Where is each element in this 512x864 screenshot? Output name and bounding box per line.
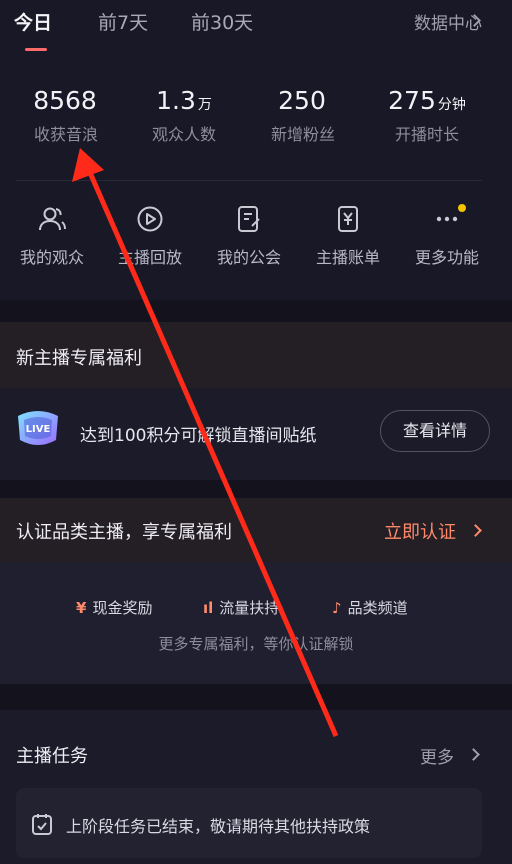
benefit-label: 品类频道 [347,599,408,617]
tab-30days[interactable]: 前30天 [191,8,253,35]
tab-7days[interactable]: 前7天 [98,8,148,35]
audience-icon [39,207,66,231]
tool-label: 更多功能 [414,248,479,267]
stat-unit: 万 [197,97,212,113]
stat-yinlang[interactable]: 8568 收获音浪 [6,86,126,145]
section-title: 认证品类主播，享专属福利 [16,522,232,543]
benefit-traffic: ıl 流量扶持 [203,597,279,618]
divider [16,180,482,181]
new-anchor-header: 新主播专属福利 [0,322,512,388]
view-details-button[interactable]: 查看详情 [380,410,490,452]
task-icon [32,814,52,835]
stat-label: 收获音浪 [33,125,98,144]
stat-value: 1.3 [156,86,196,115]
live-badge-text: LIVE [26,424,51,435]
tool-label: 主播账单 [315,248,380,267]
stat-label: 观众人数 [151,125,216,144]
stat-live-duration[interactable]: 275 分钟 开播时长 [367,86,487,145]
stat-value: 275 [388,86,436,115]
tool-more-functions[interactable]: 更多功能 [401,204,493,268]
tasks-more-link[interactable]: 更多 [420,743,454,768]
tool-replay[interactable]: 主播回放 [104,204,196,268]
stat-viewers[interactable]: 1.3 万 观众人数 [124,86,244,145]
bars-icon: ıl [203,599,214,617]
active-tab-indicator [25,48,47,51]
replay-icon [137,206,163,232]
tool-label: 主播回放 [117,248,182,267]
section-title: 主播任务 [16,746,88,767]
section-gap [0,300,512,322]
stat-unit: 分钟 [437,97,466,113]
section-gap [0,480,512,498]
tool-label: 我的观众 [19,248,84,267]
bill-icon [338,206,358,232]
tool-my-guild[interactable]: 我的公会 [203,204,295,268]
stat-value: 8568 [33,86,97,115]
tab-today[interactable]: 今日 [14,8,52,35]
certify-now-link[interactable]: 立即认证 [384,518,456,544]
notification-dot [458,204,466,212]
tool-my-audience[interactable]: 我的观众 [6,204,98,268]
music-note-icon: ♪ [332,599,342,617]
guild-icon [238,206,260,232]
section-gap [0,684,512,710]
benefit-label: 现金奖励 [92,599,153,617]
live-sticker-icon: LIVE [18,411,58,445]
stat-label: 新增粉丝 [270,125,335,144]
task-notice-box: 上阶段任务已结束，敬请期待其他扶持政策 [16,788,482,858]
stat-value: 250 [278,86,326,115]
certify-body [0,562,512,684]
tool-label: 我的公会 [216,248,281,267]
section-title: 新主播专属福利 [16,348,142,369]
benefit-label: 流量扶持 [219,599,280,617]
stat-new-fans[interactable]: 250 新增粉丝 [243,86,363,145]
task-notice-text: 上阶段任务已结束，敬请期待其他扶持政策 [66,817,371,836]
yen-icon: ¥ [76,599,87,617]
benefit-channel: ♪ 品类频道 [332,597,408,618]
tool-anchor-bill[interactable]: 主播账单 [302,204,394,268]
stat-label: 开播时长 [394,125,459,144]
benefit-text: 达到100积分可解锁直播间贴纸 [80,426,317,446]
benefit-cash: ¥ 现金奖励 [76,597,152,618]
certify-note: 更多专属福利，等你认证解锁 [158,635,354,653]
